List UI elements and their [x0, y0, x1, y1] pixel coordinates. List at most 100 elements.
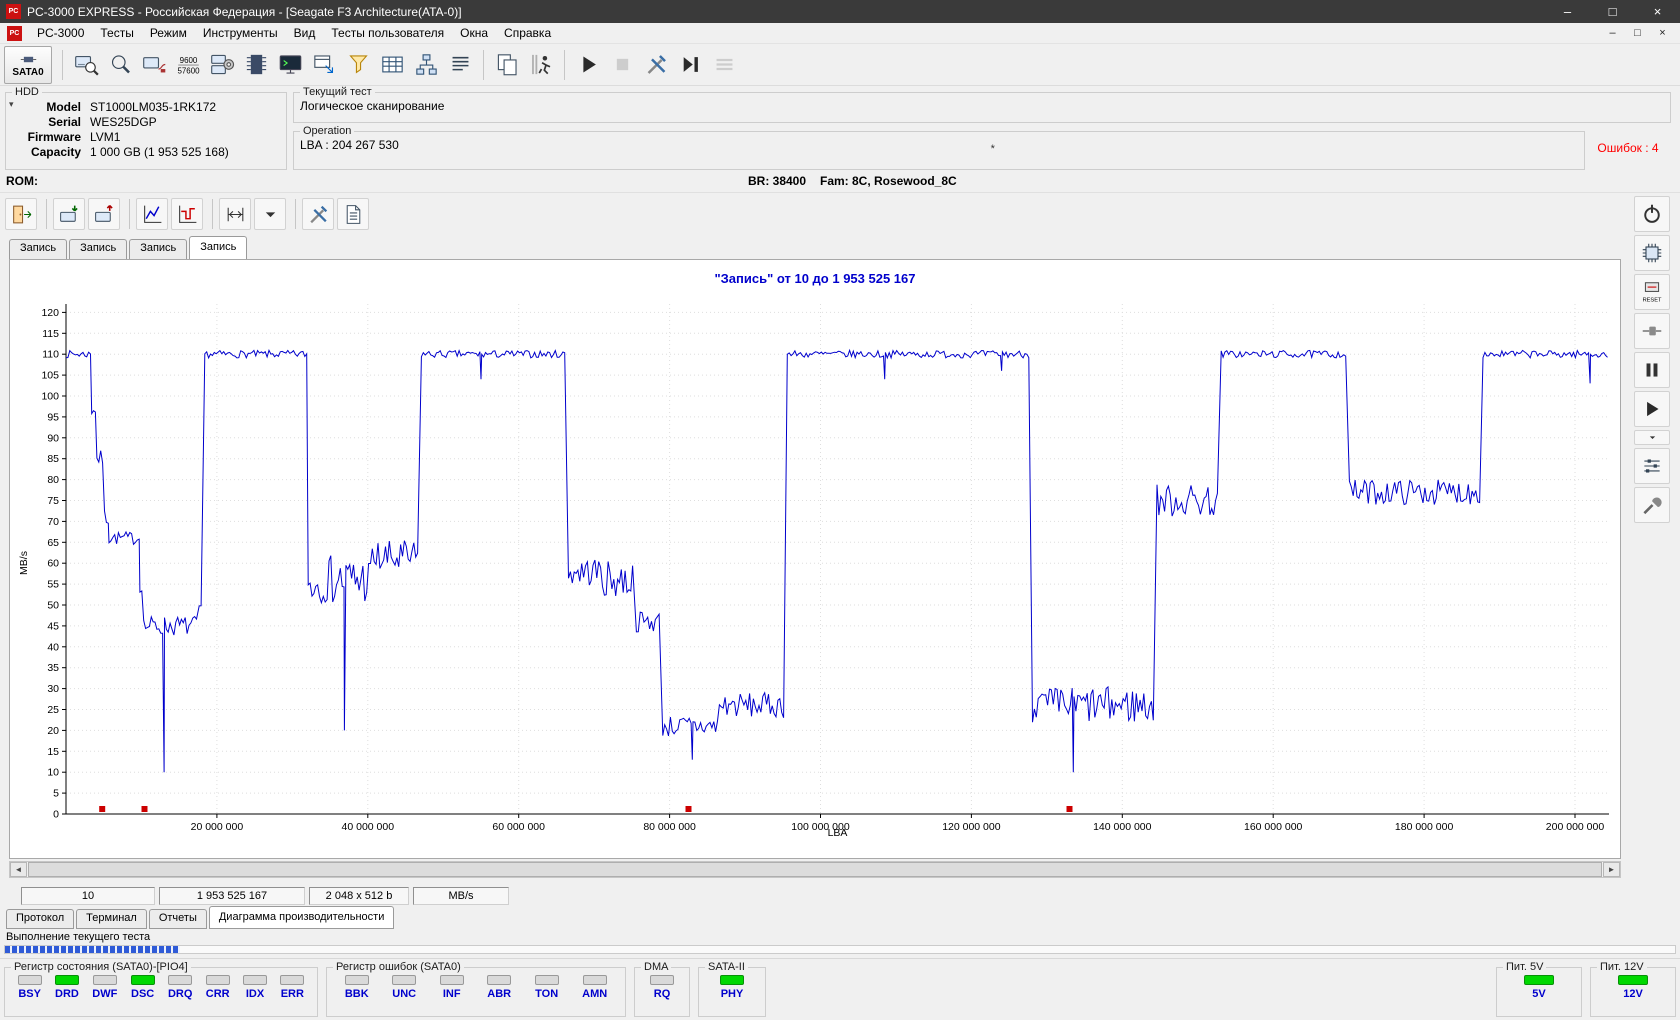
funnel-icon: [348, 55, 368, 74]
svg-text:40 000 000: 40 000 000: [342, 821, 395, 833]
exit-graph-button[interactable]: [5, 198, 37, 230]
menu-item-tests[interactable]: Тесты: [92, 24, 141, 42]
minimize-icon[interactable]: –: [1545, 0, 1590, 23]
utility-settings-button[interactable]: [1634, 487, 1670, 523]
drive-gear-icon: [210, 54, 234, 75]
menu-item-view[interactable]: Вид: [286, 24, 324, 42]
led-drd: DRD: [54, 975, 79, 1000]
test-settings-button[interactable]: [639, 48, 673, 82]
run-dropdown-button[interactable]: [1634, 430, 1670, 445]
graph-settings-button[interactable]: [302, 198, 334, 230]
memory-chip-button[interactable]: [239, 48, 273, 82]
bottom-tabs: Протокол Терминал Отчеты Диаграмма производ…: [6, 906, 396, 929]
maximize-icon[interactable]: □: [1590, 0, 1635, 23]
tab-performance-diagram[interactable]: Диаграмма производительности: [208, 906, 395, 929]
led-indicator: [1618, 975, 1648, 985]
led-5v: 5V: [1524, 975, 1554, 1000]
sata0-port-button[interactable]: SATA0: [4, 45, 52, 84]
power-button[interactable]: [1634, 196, 1670, 232]
tab-write-4[interactable]: Запись: [189, 236, 248, 259]
search-button[interactable]: [103, 48, 137, 82]
drive-settings-button[interactable]: [205, 48, 239, 82]
range-icon: [227, 207, 243, 221]
menu-item-mode[interactable]: Режим: [142, 24, 195, 42]
status-units: MB/s: [413, 887, 509, 905]
toolbar-separator: [295, 199, 296, 229]
scroll-left-icon[interactable]: ◄: [10, 862, 27, 877]
led-idx: IDX: [243, 975, 268, 1000]
progress-label: Выполнение текущего теста: [6, 931, 151, 943]
svg-text:5: 5: [53, 788, 59, 800]
led-dsc: DSC: [130, 975, 155, 1000]
mdi-minimize-icon[interactable]: –: [1600, 25, 1625, 42]
firmware-chip-button[interactable]: [1634, 235, 1670, 271]
svg-text:90: 90: [47, 432, 59, 444]
graph-report-button[interactable]: [337, 198, 369, 230]
menu-item-windows[interactable]: Окна: [452, 24, 496, 42]
start-test-button[interactable]: [571, 48, 605, 82]
menu-item-help[interactable]: Справка: [496, 24, 559, 42]
current-test-title: Текущий тест: [303, 86, 372, 98]
connect-button[interactable]: [1634, 313, 1670, 349]
error-marker: [685, 806, 692, 812]
menu-item-tools[interactable]: Инструменты: [195, 24, 286, 42]
report-button[interactable]: [443, 48, 477, 82]
svg-text:85: 85: [47, 453, 59, 465]
led-indicator: [720, 975, 744, 985]
current-test-group: Текущий тест Логическое сканирование: [293, 86, 1671, 123]
tab-terminal[interactable]: Терминал: [76, 909, 147, 929]
pause-icon: [1646, 363, 1658, 377]
pause-test-button[interactable]: [1634, 352, 1670, 388]
scheme-button[interactable]: [409, 48, 443, 82]
go-to-end-button[interactable]: [673, 48, 707, 82]
line-chart-icon: [143, 205, 161, 223]
mdi-restore-icon[interactable]: □: [1625, 25, 1650, 42]
tab-reports[interactable]: Отчеты: [148, 909, 207, 929]
reset-button[interactable]: RESET: [1634, 274, 1670, 310]
baud-rate-button[interactable]: 9600 57600: [171, 48, 205, 82]
menu-item-user-tests[interactable]: Тесты пользователя: [323, 24, 452, 42]
svg-text:70: 70: [47, 516, 59, 528]
tools-icon: [309, 205, 327, 223]
svg-text:40: 40: [47, 641, 59, 653]
run-test-button[interactable]: [1634, 391, 1670, 427]
tab-protocol[interactable]: Протокол: [6, 909, 75, 929]
line-graph-button[interactable]: [136, 198, 168, 230]
active-tasks-button[interactable]: [524, 48, 558, 82]
power-12v-group: Пит. 12V 12V: [1590, 961, 1676, 1017]
scroll-thumb[interactable]: [28, 862, 1602, 877]
operation-note: *: [990, 143, 995, 155]
filter-button[interactable]: [341, 48, 375, 82]
levels-button[interactable]: [1634, 448, 1670, 484]
scroll-right-icon[interactable]: ►: [1603, 862, 1620, 877]
range-dropdown-button[interactable]: [254, 198, 286, 230]
drive-init-button[interactable]: [137, 48, 171, 82]
save-graph-button[interactable]: [53, 198, 85, 230]
drive-id-button[interactable]: [69, 48, 103, 82]
menu-item-pc3000[interactable]: PC-3000: [29, 24, 92, 42]
tab-write-3[interactable]: Запись: [129, 239, 188, 259]
copy-button[interactable]: [490, 48, 524, 82]
mdi-close-icon[interactable]: ×: [1650, 25, 1675, 42]
led-indicator: [54, 975, 79, 985]
family-value: Fam: 8C, Rosewood_8C: [820, 174, 957, 188]
range-button[interactable]: [219, 198, 251, 230]
tab-write-2[interactable]: Запись: [69, 239, 128, 259]
sector-view-button[interactable]: [375, 48, 409, 82]
send-command-button[interactable]: [307, 48, 341, 82]
current-test-name: Логическое сканирование: [300, 99, 445, 113]
led-label: UNC: [392, 988, 417, 1000]
led-indicator: [243, 975, 268, 985]
hdd-selector-dropdown-icon[interactable]: ▾: [9, 99, 14, 110]
load-graph-button[interactable]: [88, 198, 120, 230]
power-icon: [1644, 204, 1660, 223]
step-graph-button[interactable]: [171, 198, 203, 230]
terminal-button[interactable]: [273, 48, 307, 82]
close-icon[interactable]: ×: [1635, 0, 1680, 23]
copy-icon: [497, 54, 517, 76]
test-progress-bar: [4, 945, 1676, 954]
tab-write-1[interactable]: Запись: [9, 239, 68, 259]
svg-text:200 000 000: 200 000 000: [1546, 821, 1605, 833]
led-abr: ABR: [487, 975, 512, 1000]
status-register-leds: BSY DRD DWF DSC DRQ CRR IDX ERR: [11, 975, 311, 1000]
